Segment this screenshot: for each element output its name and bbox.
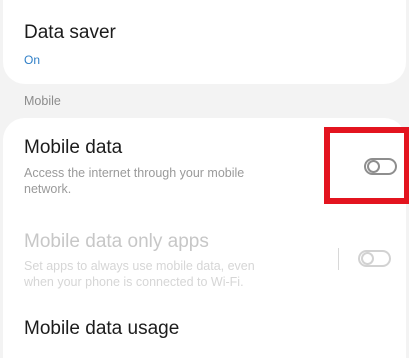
data-saver-status: On — [24, 53, 41, 67]
toggle-divider — [338, 248, 339, 270]
mobile-data-only-apps-row: Mobile data only apps Set apps to always… — [3, 214, 406, 298]
mobile-data-usage-row[interactable]: Mobile data usage — [3, 302, 406, 358]
data-saver-row[interactable]: Data saver On — [3, 0, 406, 84]
mobile-data-only-apps-toggle — [358, 250, 391, 267]
data-saver-title: Data saver — [24, 22, 116, 43]
section-header-mobile: Mobile — [24, 94, 61, 108]
mobile-data-only-apps-description-line2: when your phone is connected to Wi-Fi. — [24, 275, 244, 289]
mobile-data-usage-title: Mobile data usage — [24, 318, 180, 339]
mobile-data-title: Mobile data — [24, 137, 123, 158]
mobile-data-description-line1: Access the internet through your mobile — [24, 166, 245, 180]
mobile-data-only-apps-description-line1: Set apps to always use mobile data, even — [24, 259, 255, 273]
mobile-data-description-line2: network. — [24, 182, 72, 196]
mobile-data-only-apps-title: Mobile data only apps — [24, 231, 209, 252]
highlight-box — [324, 127, 409, 204]
toggle-knob — [361, 252, 374, 265]
